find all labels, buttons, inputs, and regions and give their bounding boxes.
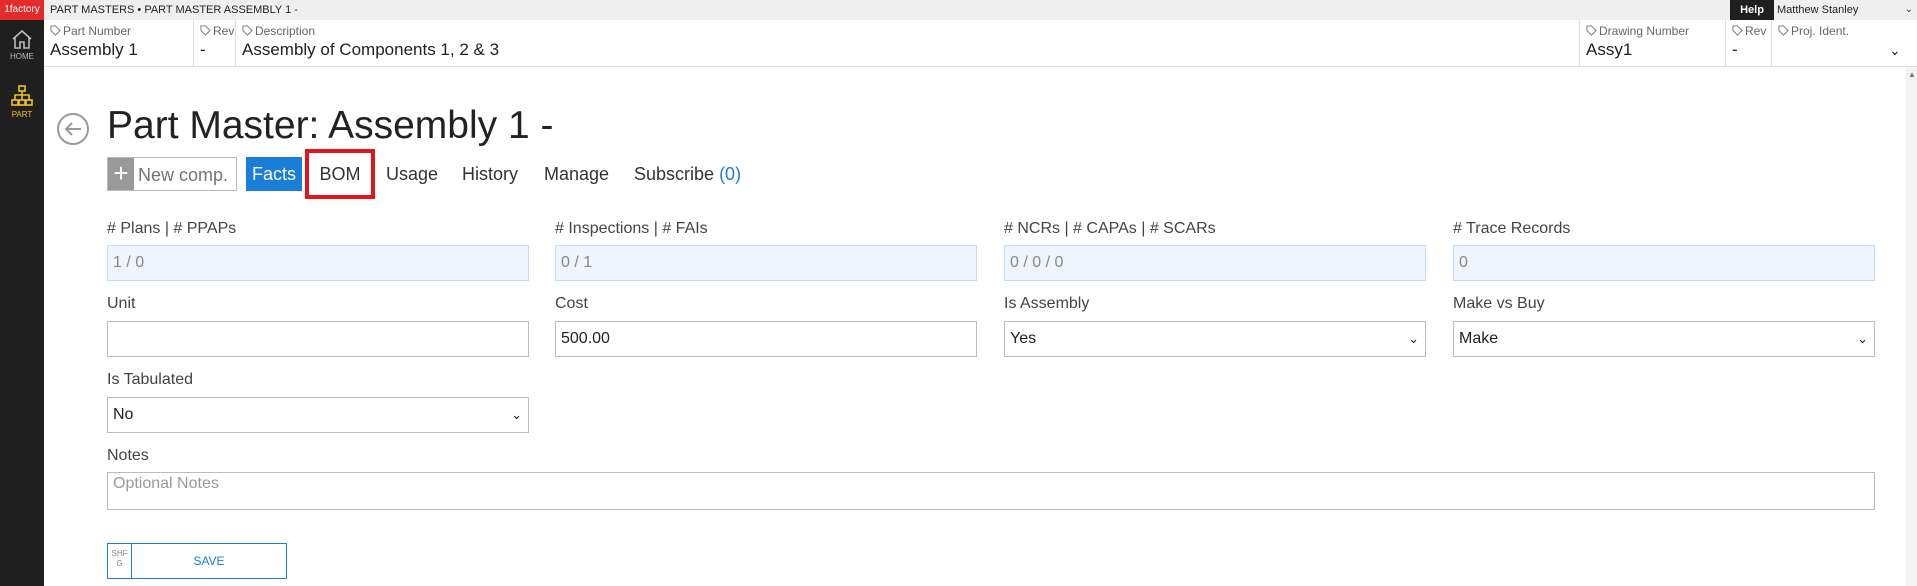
description-label: Description — [255, 24, 316, 38]
header-part-number[interactable]: Part Number Assembly 1 — [44, 20, 194, 66]
scrollbar[interactable] — [1906, 67, 1917, 586]
nav-part-label: PART — [11, 110, 33, 119]
is-tabulated-label: Is Tabulated — [107, 371, 193, 388]
header-description[interactable]: Description Assembly of Components 1, 2 … — [236, 20, 1580, 66]
part-number-label: Part Number — [63, 24, 132, 38]
drawing-number-label: Drawing Number — [1599, 24, 1690, 38]
make-vs-buy-label: Make vs Buy — [1453, 295, 1545, 312]
rev-value: - — [200, 40, 206, 59]
is-assembly-value: Yes — [1010, 330, 1037, 347]
is-assembly-label: Is Assembly — [1004, 295, 1090, 312]
tab-manage[interactable]: Manage — [544, 157, 609, 191]
notes-field[interactable]: Optional Notes — [107, 472, 1875, 510]
description-value: Assembly of Components 1, 2 & 3 — [242, 40, 500, 59]
new-component-field[interactable]: + — [107, 157, 237, 191]
page-title: Part Master: Assembly 1 - — [107, 104, 554, 147]
tab-facts[interactable]: Facts — [246, 157, 302, 191]
inspections-label: # Inspections | # FAIs — [555, 220, 708, 237]
hierarchy-icon — [11, 85, 33, 106]
cost-label: Cost — [555, 295, 588, 312]
is-tabulated-value: No — [113, 406, 134, 423]
tab-subscribe-label: Subscribe — [634, 164, 715, 184]
nav-home[interactable]: HOME — [0, 28, 44, 61]
nav-part[interactable]: PART — [0, 84, 44, 119]
trace-records-label: # Trace Records — [1453, 220, 1571, 237]
scroll-up-icon[interactable]: ▲ — [1908, 70, 1916, 79]
tag-icon — [1732, 25, 1743, 36]
tag-icon — [242, 25, 253, 36]
drawing-number-value: Assy1 — [1586, 40, 1633, 59]
unit-label: Unit — [107, 295, 136, 312]
chevron-down-icon: ⌄ — [511, 407, 522, 422]
header-drawing-number[interactable]: Drawing Number Assy1 — [1580, 20, 1726, 66]
is-assembly-select[interactable]: Yes ⌄ — [1004, 321, 1426, 357]
user-name: Matthew Stanley — [1777, 4, 1859, 16]
tag-icon — [1778, 25, 1789, 36]
make-vs-buy-select[interactable]: Make ⌄ — [1453, 321, 1875, 357]
rev-label: Rev — [213, 24, 235, 38]
trace-records-field: 0 — [1453, 245, 1875, 281]
plans-field: 1 / 0 — [107, 245, 529, 281]
proj-ident-label: Proj. Ident. — [1791, 24, 1850, 38]
new-component-input[interactable] — [138, 165, 234, 186]
plans-label: # Plans | # PPAPs — [107, 220, 237, 237]
tab-usage[interactable]: Usage — [386, 157, 438, 191]
tab-history[interactable]: History — [462, 157, 518, 191]
inspections-field: 0 / 1 — [555, 245, 977, 281]
breadcrumb: PART MASTERS • PART MASTER ASSEMBLY 1 - — [44, 0, 1917, 20]
add-icon[interactable]: + — [108, 158, 134, 190]
part-number-value: Assembly 1 — [50, 40, 138, 59]
ncrs-label: # NCRs | # CAPAs | # SCARs — [1004, 220, 1216, 237]
left-nav: 1factory HOME PART — [0, 0, 44, 586]
header-rev[interactable]: Rev - — [194, 20, 236, 66]
user-menu[interactable]: Matthew Stanley ⌄ — [1774, 0, 1917, 20]
home-icon — [12, 29, 32, 49]
unit-field[interactable] — [107, 321, 529, 357]
app-logo[interactable]: 1factory — [0, 0, 44, 20]
save-button[interactable]: SHF G SAVE — [107, 543, 287, 579]
header-divider — [44, 66, 1917, 67]
rev2-value: - — [1732, 40, 1738, 59]
chevron-down-icon: ⌄ — [1904, 4, 1913, 15]
subscribe-count: (0) — [719, 164, 742, 184]
chevron-down-icon: ⌄ — [1408, 331, 1419, 346]
tab-subscribe[interactable]: Subscribe (0) — [634, 157, 741, 191]
tag-icon — [1586, 25, 1597, 36]
ncrs-field: 0 / 0 / 0 — [1004, 245, 1426, 281]
is-tabulated-select[interactable]: No ⌄ — [107, 397, 529, 433]
save-label: SAVE — [193, 554, 225, 568]
nav-home-label: HOME — [10, 52, 34, 61]
tag-icon — [200, 25, 211, 36]
rev2-label: Rev — [1745, 24, 1767, 38]
tab-bom[interactable]: BOM — [305, 149, 375, 199]
header-rev2[interactable]: Rev - — [1726, 20, 1772, 66]
help-button[interactable]: Help — [1730, 0, 1774, 20]
cost-field[interactable]: 500.00 — [555, 321, 977, 357]
save-shortcut-hint: SHF G — [108, 544, 132, 578]
back-arrow-icon[interactable] — [56, 112, 90, 146]
make-vs-buy-value: Make — [1459, 330, 1499, 347]
tag-icon — [50, 25, 61, 36]
notes-label: Notes — [107, 447, 149, 464]
header-chevron-down-icon[interactable]: ⌄ — [1889, 42, 1901, 59]
chevron-down-icon: ⌄ — [1857, 331, 1868, 346]
